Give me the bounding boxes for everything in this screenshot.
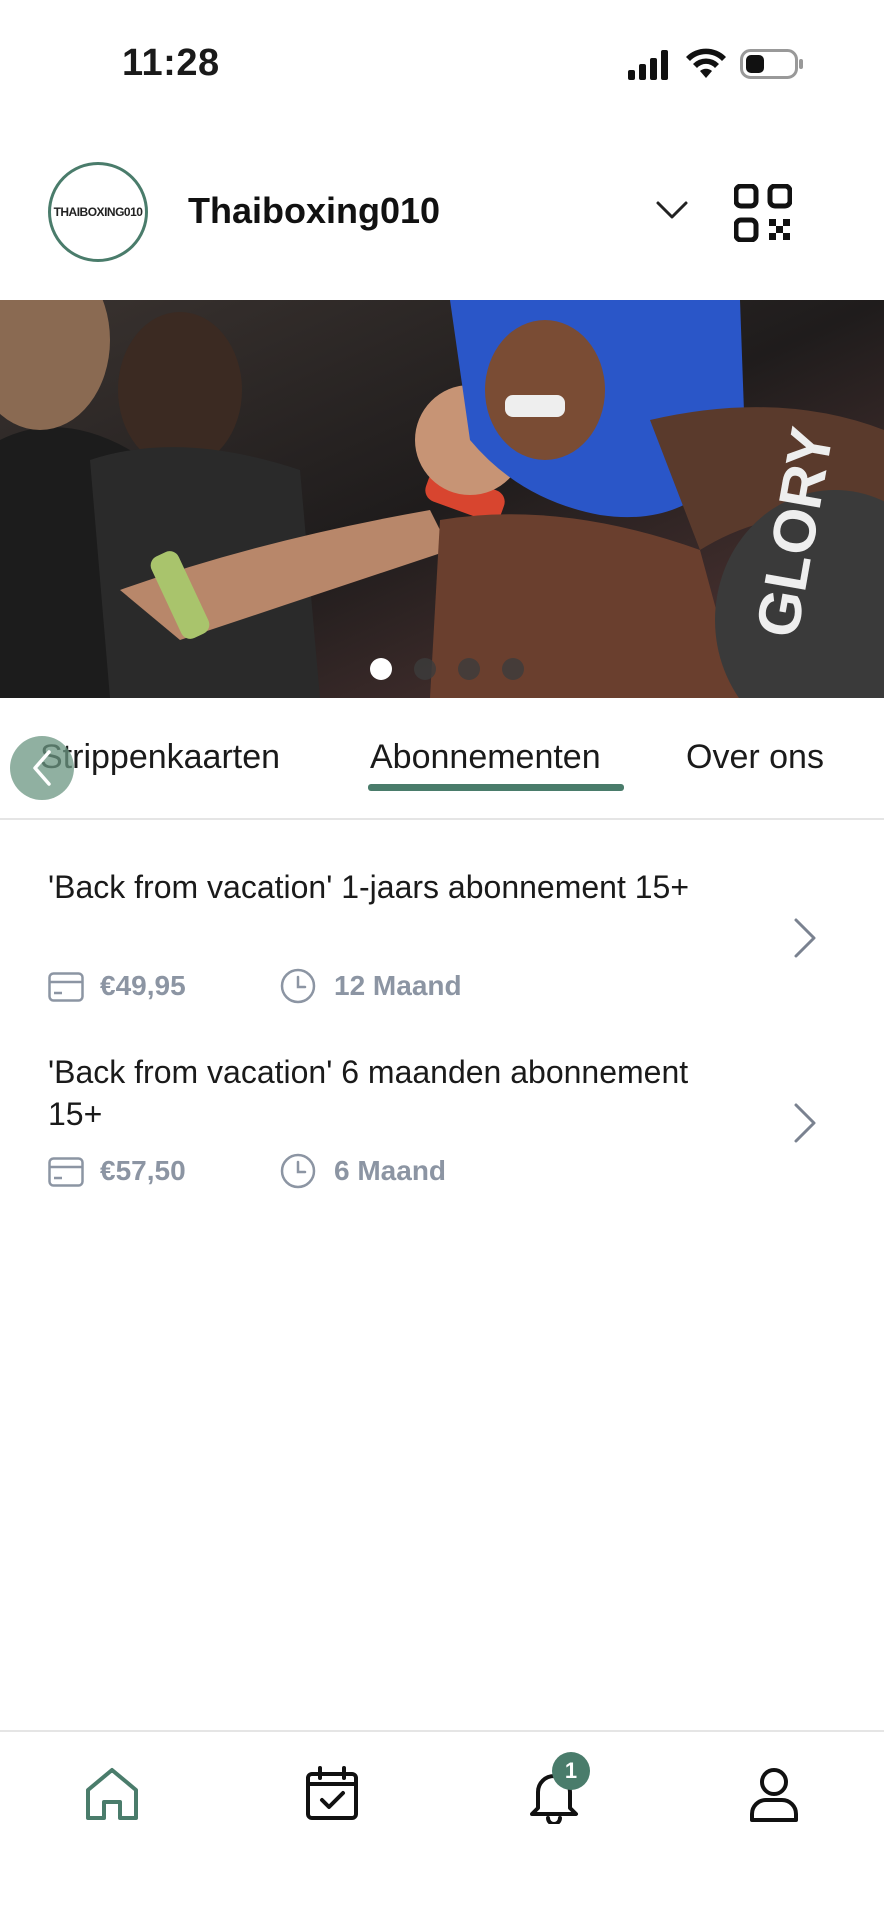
subscription-duration: 12 Maand [334, 970, 462, 1001]
home-icon[interactable] [82, 1764, 142, 1824]
notification-badge: 1 [552, 1752, 590, 1790]
tab-abonnementen[interactable]: Abonnementen [370, 738, 601, 777]
club-logo[interactable]: THAIBOXING010 [48, 162, 148, 262]
hero-carousel[interactable]: GLORY [0, 300, 884, 698]
subscription-title: 'Back from vacation' 6 maanden abonnemen… [48, 1054, 689, 1132]
status-time: 11:28 [122, 42, 220, 84]
status-bar: 11:28 [0, 0, 884, 130]
tab-bar: Strippenkaarten Abonnementen Over ons [0, 698, 884, 820]
carousel-dot[interactable] [370, 658, 392, 680]
calendar-check-icon[interactable] [302, 1764, 362, 1824]
wifi-icon [686, 48, 726, 78]
club-logo-text: THAIBOXING010 [53, 205, 143, 219]
subscription-duration: 6 Maand [334, 1155, 447, 1186]
active-tab-indicator [368, 784, 624, 791]
chevron-down-icon[interactable] [654, 192, 690, 228]
hero-image: GLORY [0, 300, 884, 698]
qr-code-icon[interactable] [734, 184, 792, 242]
battery-icon [740, 49, 803, 79]
subscription-item[interactable]: 'Back from vacation' 6 maanden abonnemen… [0, 1051, 884, 1231]
carousel-indicator [370, 658, 524, 680]
clock-icon [280, 1153, 316, 1189]
profile-icon[interactable] [744, 1764, 804, 1824]
subscription-price: €57,50 [100, 1155, 186, 1186]
credit-card-icon [48, 972, 84, 1002]
club-name[interactable]: Thaiboxing010 [188, 190, 440, 232]
tab-over-ons[interactable]: Over ons [686, 738, 824, 777]
subscription-price: €49,95 [100, 970, 186, 1001]
clock-icon [280, 968, 316, 1004]
carousel-dot[interactable] [414, 658, 436, 680]
club-header: THAIBOXING010 Thaiboxing010 [0, 130, 884, 300]
scroll-left-button[interactable] [10, 736, 74, 800]
chevron-left-icon [33, 750, 51, 786]
chevron-right-icon [794, 1103, 816, 1143]
chevron-right-icon [794, 918, 816, 958]
credit-card-icon [48, 1157, 84, 1187]
bottom-navigation: 1 [0, 1730, 884, 1920]
subscription-item[interactable]: 'Back from vacation' 1-jaars abonnement … [0, 866, 884, 1046]
cellular-signal-icon [628, 50, 668, 80]
subscription-title: 'Back from vacation' 1-jaars abonnement … [48, 869, 690, 905]
carousel-dot[interactable] [458, 658, 480, 680]
carousel-dot[interactable] [502, 658, 524, 680]
tab-strippenkaarten[interactable]: Strippenkaarten [40, 738, 280, 777]
